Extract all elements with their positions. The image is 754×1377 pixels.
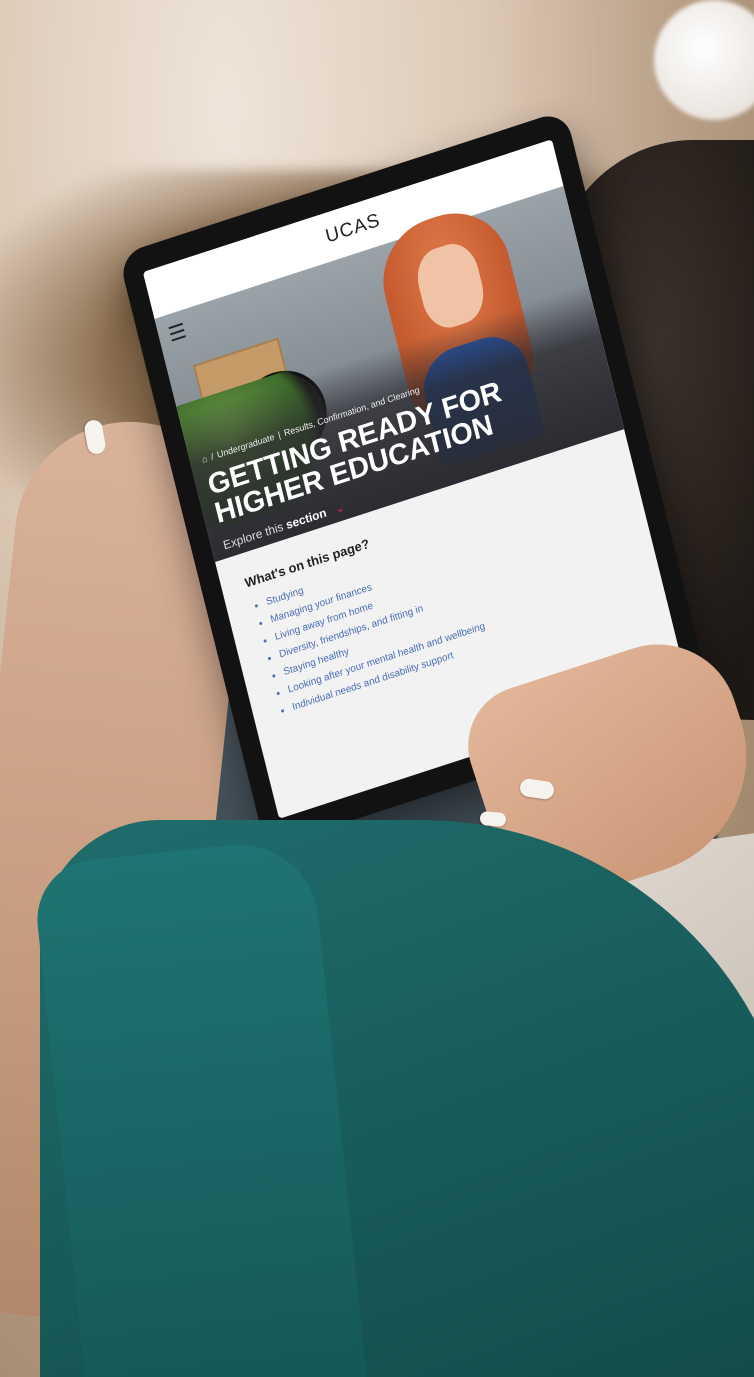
person-sweater-fold: [31, 836, 369, 1377]
hamburger-icon[interactable]: ☰: [166, 318, 189, 348]
home-icon[interactable]: ⌂: [201, 454, 209, 465]
photo-scene: UCAS ☰ ⌂ / Undergraduate | Results, Conf…: [0, 0, 754, 1377]
